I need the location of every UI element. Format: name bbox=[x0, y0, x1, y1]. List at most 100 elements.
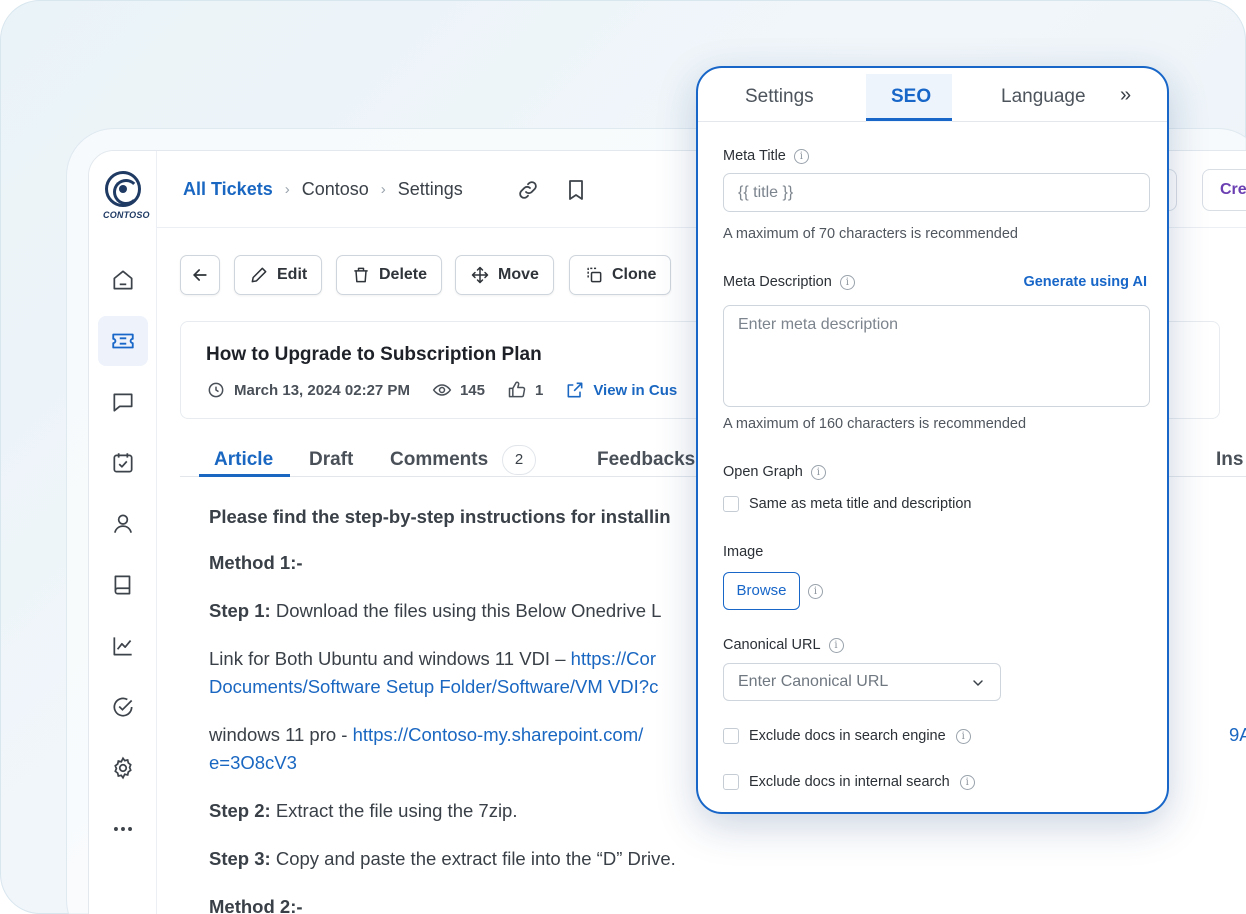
home-icon bbox=[113, 270, 133, 290]
edit-label: Edit bbox=[277, 266, 308, 283]
chevron-right-icon: › bbox=[380, 181, 386, 198]
move-icon bbox=[471, 266, 489, 284]
meta-title-label-text: Meta Title bbox=[723, 148, 786, 164]
chevron-right-icon: › bbox=[284, 181, 290, 198]
gear-icon bbox=[114, 756, 132, 780]
meta-description-hint: A maximum of 160 characters is recommend… bbox=[723, 416, 1027, 432]
logo-text: CONTOSO bbox=[103, 210, 150, 220]
step-1: Step 1: Download the files using this Be… bbox=[209, 597, 661, 625]
onedrive-link-path[interactable]: Documents/Software Setup Folder/Software… bbox=[209, 673, 658, 701]
tab-comments[interactable]: Comments bbox=[390, 449, 488, 471]
sidebar-item-home[interactable] bbox=[98, 255, 148, 305]
sharepoint-link-tail[interactable]: 9AD2yfc bbox=[1229, 721, 1246, 749]
tab-draft[interactable]: Draft bbox=[309, 449, 353, 471]
step-1-label: Step 1: bbox=[209, 600, 271, 621]
open-graph-label-text: Open Graph bbox=[723, 464, 803, 480]
sharepoint-link-end[interactable]: e=3O8cV3 bbox=[209, 749, 297, 777]
sidebar-item-tasks[interactable] bbox=[98, 682, 148, 732]
method-2-heading: Method 2:- bbox=[209, 893, 303, 914]
meta-title-hint: A maximum of 70 characters is recommende… bbox=[723, 226, 1018, 242]
back-button[interactable] bbox=[180, 255, 220, 295]
view-in-customer-portal-link[interactable]: View in Cus bbox=[565, 380, 677, 400]
double-chevron-right-icon[interactable]: » bbox=[1120, 84, 1131, 107]
info-icon[interactable]: i bbox=[810, 464, 826, 480]
sidebar-item-knowledge[interactable] bbox=[98, 560, 148, 610]
step-2: Step 2: Extract the file using the 7zip. bbox=[209, 797, 517, 825]
sidebar-item-chat[interactable] bbox=[98, 377, 148, 427]
exclude-internal-search-option[interactable]: Exclude docs in internal search i bbox=[723, 774, 975, 790]
exclude-search-engine-text: Exclude docs in search engine bbox=[749, 728, 946, 744]
info-icon[interactable]: i bbox=[793, 148, 809, 164]
sidebar-item-users[interactable] bbox=[98, 499, 148, 549]
sidebar-item-tickets[interactable] bbox=[98, 316, 148, 366]
meta-description-textarea[interactable]: Enter meta description bbox=[723, 305, 1150, 407]
brand-logo[interactable]: CONTOSO bbox=[103, 171, 150, 220]
exclude-search-engine-checkbox[interactable] bbox=[723, 728, 739, 744]
exclude-search-engine-option[interactable]: Exclude docs in search engine i bbox=[723, 728, 971, 744]
meta-title-input[interactable]: {{ title }} bbox=[723, 173, 1150, 212]
chat-icon bbox=[113, 393, 133, 412]
contoso-logo-icon bbox=[105, 171, 141, 207]
canonical-url-select[interactable]: Enter Canonical URL bbox=[723, 663, 1001, 701]
ticket-views-count: 145 bbox=[459, 381, 485, 399]
breadcrumb-all-tickets[interactable]: All Tickets bbox=[183, 179, 273, 200]
ticket-meta: March 13, 2024 02:27 PM 145 1 View in Cu… bbox=[206, 380, 699, 400]
create-button[interactable]: Cre bbox=[1202, 169, 1246, 211]
sidebar-item-settings[interactable] bbox=[98, 743, 148, 793]
og-same-as-meta-option[interactable]: Same as meta title and description bbox=[723, 496, 971, 512]
ticket-date: March 13, 2024 02:27 PM bbox=[206, 380, 410, 400]
tab-feedbacks[interactable]: Feedbacks bbox=[597, 449, 695, 471]
info-icon[interactable]: i bbox=[839, 274, 855, 290]
info-icon[interactable]: i bbox=[828, 637, 844, 653]
seo-settings-panel: Settings SEO Language » Meta Title i {{ … bbox=[696, 66, 1169, 814]
info-icon[interactable]: i bbox=[959, 774, 975, 790]
link-icon[interactable] bbox=[516, 178, 540, 202]
trash-icon bbox=[354, 267, 368, 283]
panel-active-tab-indicator bbox=[866, 118, 952, 121]
info-icon[interactable]: i bbox=[955, 728, 971, 744]
sidebar-item-more[interactable] bbox=[98, 804, 148, 854]
image-label-text: Image bbox=[723, 544, 764, 560]
ticket-title: How to Upgrade to Subscription Plan bbox=[206, 344, 542, 365]
meta-title-label: Meta Title i bbox=[723, 148, 809, 164]
chevron-down-icon bbox=[973, 680, 983, 687]
sidebar-item-calendar[interactable] bbox=[98, 438, 148, 488]
method-1-text: Method 1:- bbox=[209, 552, 303, 573]
breadcrumb-settings[interactable]: Settings bbox=[398, 179, 463, 200]
tab-article[interactable]: Article bbox=[214, 449, 273, 471]
method-1-heading: Method 1:- bbox=[209, 549, 303, 577]
generate-using-ai-link[interactable]: Generate using AI bbox=[1023, 274, 1147, 290]
active-tab-indicator bbox=[199, 474, 290, 477]
canonical-url-label-text: Canonical URL bbox=[723, 637, 821, 653]
eye-icon bbox=[432, 384, 452, 396]
browse-button[interactable]: Browse bbox=[723, 572, 800, 610]
external-link-icon bbox=[567, 382, 583, 398]
bookmark-icon[interactable] bbox=[564, 178, 588, 202]
link-line-text: Link for Both Ubuntu and windows 11 VDI … bbox=[209, 648, 571, 669]
info-icon[interactable]: i bbox=[808, 584, 823, 599]
user-icon bbox=[114, 514, 132, 533]
panel-tab-settings[interactable]: Settings bbox=[745, 86, 814, 108]
exclude-internal-search-checkbox[interactable] bbox=[723, 774, 739, 790]
move-button[interactable]: Move bbox=[455, 255, 554, 295]
thumbs-up-icon bbox=[508, 381, 526, 398]
panel-tab-seo[interactable]: SEO bbox=[891, 86, 931, 108]
sidebar: CONTOSO bbox=[89, 151, 157, 914]
clone-button[interactable]: Clone bbox=[569, 255, 672, 295]
sidebar-item-reports[interactable] bbox=[98, 621, 148, 671]
windows-11-line: windows 11 pro - https://Contoso-my.shar… bbox=[209, 721, 643, 749]
ticket-likes[interactable]: 1 bbox=[507, 380, 543, 400]
image-label: Image bbox=[723, 544, 763, 560]
chart-icon bbox=[113, 637, 132, 656]
breadcrumb-contoso[interactable]: Contoso bbox=[302, 179, 369, 200]
tab-insights[interactable]: Ins bbox=[1216, 449, 1243, 471]
sharepoint-link[interactable]: https://Contoso-my.sharepoint.com/ bbox=[353, 724, 644, 745]
delete-button[interactable]: Delete bbox=[336, 255, 443, 295]
panel-tab-language[interactable]: Language bbox=[1001, 86, 1086, 108]
og-same-as-meta-checkbox[interactable] bbox=[723, 496, 739, 512]
og-same-as-meta-text: Same as meta title and description bbox=[749, 496, 972, 512]
edit-button[interactable]: Edit bbox=[234, 255, 323, 295]
onedrive-link[interactable]: https://Cor bbox=[571, 648, 656, 669]
windows-11-text: windows 11 pro - bbox=[209, 724, 353, 745]
canonical-url-placeholder: Enter Canonical URL bbox=[738, 673, 889, 690]
